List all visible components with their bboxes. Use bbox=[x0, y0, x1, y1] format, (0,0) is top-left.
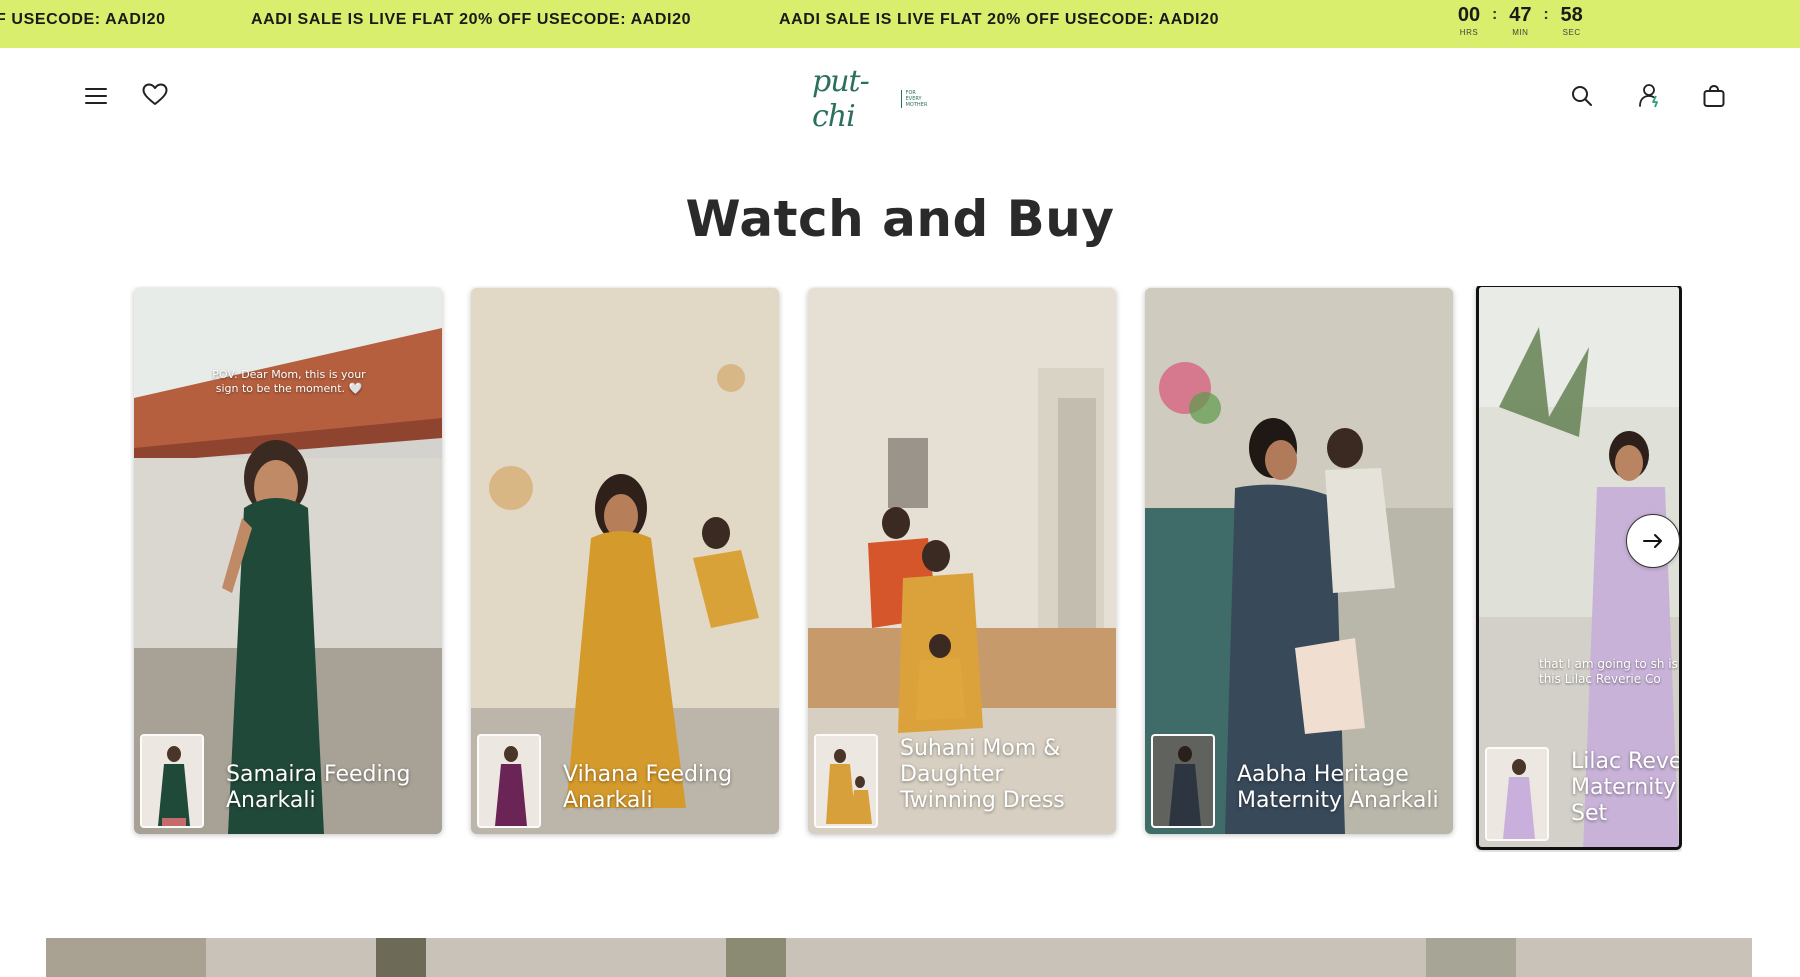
product-thumbnail[interactable] bbox=[1151, 734, 1215, 828]
logo-wordmark: put-chi bbox=[812, 64, 870, 134]
site-logo[interactable]: put-chi FOR EVERY MOTHER bbox=[812, 64, 930, 134]
video-caption: that I am going to sh is this Lilac Reve… bbox=[1539, 657, 1678, 686]
timer-separator: : bbox=[1492, 6, 1498, 23]
bag-icon[interactable] bbox=[1698, 80, 1730, 112]
product-thumbnail[interactable] bbox=[1485, 747, 1549, 841]
product-thumbnail[interactable] bbox=[477, 734, 541, 828]
timer-minutes-label: MIN bbox=[1512, 28, 1529, 37]
heart-icon[interactable] bbox=[139, 79, 171, 111]
video-card-title: Suhani Mom & Daughter Twinning Dress bbox=[900, 736, 1065, 813]
arrow-right-icon bbox=[1643, 534, 1662, 548]
search-icon[interactable] bbox=[1566, 80, 1598, 112]
account-icon[interactable] bbox=[1634, 79, 1666, 111]
timer-hours-value: 00 bbox=[1457, 4, 1481, 26]
timer-hours: 00 HRS bbox=[1452, 4, 1486, 37]
video-card[interactable]: Suhani Mom & Daughter Twinning Dress bbox=[808, 288, 1116, 834]
video-caption: POV: Dear Mom, this is your sign to be t… bbox=[212, 368, 366, 395]
video-card[interactable]: that I am going to sh is this Lilac Reve… bbox=[1476, 286, 1682, 850]
announcement-bar: F USECODE: AADI20 AADI SALE IS LIVE FLAT… bbox=[0, 0, 1800, 48]
timer-hours-label: HRS bbox=[1459, 28, 1479, 37]
video-card[interactable]: Aabha Heritage Maternity Anarkali bbox=[1145, 288, 1453, 834]
timer-seconds: 58 SEC bbox=[1555, 4, 1589, 37]
announcement-message: F USECODE: AADI20 bbox=[0, 11, 166, 28]
timer-minutes: 47 MIN bbox=[1503, 4, 1537, 37]
timer-separator: : bbox=[1543, 6, 1549, 23]
announcement-message: AADI SALE IS LIVE FLAT 20% OFF USECODE: … bbox=[251, 11, 692, 28]
video-card-title: Lilac Reve Maternity Set bbox=[1571, 749, 1682, 826]
video-card-title: Aabha Heritage Maternity Anarkali bbox=[1237, 762, 1439, 813]
hero-banner-image bbox=[46, 938, 1752, 977]
timer-minutes-value: 47 bbox=[1509, 4, 1532, 26]
carousel-next-button[interactable] bbox=[1626, 514, 1680, 568]
product-thumbnail[interactable] bbox=[814, 734, 878, 828]
video-card-title: Vihana Feeding Anarkali bbox=[563, 762, 733, 813]
video-card-title: Samaira Feeding Anarkali bbox=[226, 762, 411, 813]
video-card[interactable]: Vihana Feeding Anarkali bbox=[471, 288, 779, 834]
countdown-timer: 00 HRS : 47 MIN : 58 SEC bbox=[1452, 4, 1589, 44]
product-thumbnail[interactable] bbox=[140, 734, 204, 828]
logo-tagline: FOR EVERY MOTHER bbox=[900, 90, 930, 108]
video-card[interactable]: POV: Dear Mom, this is your sign to be t… bbox=[134, 288, 442, 834]
section-title: Watch and Buy bbox=[685, 190, 1115, 248]
menu-icon[interactable] bbox=[80, 80, 112, 112]
video-carousel: POV: Dear Mom, this is your sign to be t… bbox=[130, 286, 1682, 852]
timer-seconds-value: 58 bbox=[1560, 4, 1583, 26]
timer-seconds-label: SEC bbox=[1562, 28, 1581, 37]
announcement-message: AADI SALE IS LIVE FLAT 20% OFF USECODE: … bbox=[779, 11, 1220, 28]
